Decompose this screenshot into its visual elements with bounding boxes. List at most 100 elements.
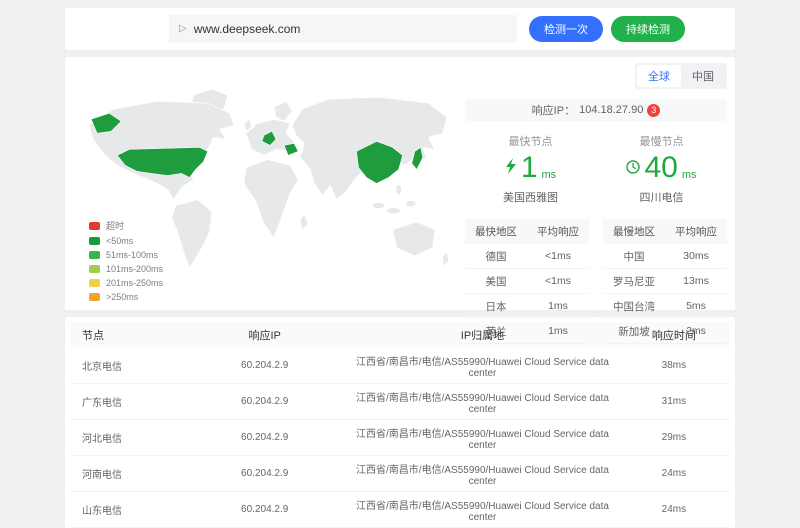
table-cell: 38ms (618, 348, 730, 384)
ip-col-header: 响应IP (182, 322, 347, 348)
table-cell: 河南电信 (70, 456, 182, 492)
map-region-africa (244, 159, 298, 237)
table-row: 日本1ms (465, 294, 589, 319)
url-input[interactable] (194, 22, 507, 36)
table-cell: <1ms (527, 244, 589, 269)
legend-label: <50ms (106, 236, 133, 246)
legend-item: 201ms-250ms (89, 278, 163, 288)
legend-swatch (89, 222, 100, 230)
clock-icon (626, 160, 640, 183)
node-col-header: 节点 (70, 322, 182, 348)
table-cell: 24ms (618, 492, 730, 528)
map-legend: 超时 <50ms 51ms-100ms 101ms-200ms 201ms-250ms >… (89, 219, 163, 306)
response-ip-bar: 响应IP： 104.18.27.90 3 (465, 99, 727, 121)
table-cell: 2ms (665, 319, 727, 344)
continuous-detect-button[interactable]: 持续检测 (611, 16, 685, 42)
map-region-indonesia (373, 203, 385, 209)
slowest-region-table: 最慢地区 平均响应 中国30ms罗马尼亚13ms中国台湾5ms新加坡2ms (603, 219, 727, 344)
map-region-new-zealand (443, 252, 449, 266)
table-row: 荷兰1ms (465, 319, 589, 344)
node-table: 节点 响应IP IP归属地 响应时间 北京电信60.204.2.9江西省/南昌市… (70, 322, 730, 528)
legend-item: 51ms-100ms (89, 250, 163, 260)
detect-once-button[interactable]: 检测一次 (529, 16, 603, 42)
table-cell: 日本 (465, 294, 527, 319)
table-cell: 60.204.2.9 (182, 492, 347, 528)
table-cell: 13ms (665, 269, 727, 294)
table-cell: 60.204.2.9 (182, 384, 347, 420)
slowest-node-stat: 最慢节点 40 ms 四川电信 (596, 133, 727, 205)
overview-card: 超时 <50ms 51ms-100ms 101ms-200ms 201ms-250ms >… (65, 57, 735, 310)
search-bar: ▷ 检测一次 持续检测 (65, 8, 735, 50)
map-region-australia (393, 222, 435, 256)
fastest-node-name: 美国西雅图 (465, 189, 596, 205)
table-row: 中国30ms (603, 244, 727, 269)
stats-row: 最快节点 1 ms 美国西雅图 最慢节点 (465, 133, 727, 205)
table-cell: 中国台湾 (603, 294, 665, 319)
fastest-node-title: 最快节点 (465, 133, 596, 149)
table-cell: 江西省/南昌市/电信/AS55990/Huawei Cloud Service … (347, 420, 618, 456)
table-cell: 江西省/南昌市/电信/AS55990/Huawei Cloud Service … (347, 456, 618, 492)
fastest-node-value: 1 (521, 153, 538, 183)
legend-item: 101ms-200ms (89, 264, 163, 274)
legend-item: 超时 (89, 219, 163, 232)
result-panel: 全球 中国 响应IP： 104.18.27.90 3 最快节点 1 (465, 63, 727, 344)
table-cell: 河北电信 (70, 420, 182, 456)
response-ip-value: 104.18.27.90 (579, 104, 643, 116)
fastest-node-unit: ms (542, 169, 557, 183)
fastest-region-table: 最快地区 平均响应 德国<1ms美国<1ms日本1ms荷兰1ms (465, 219, 589, 344)
legend-label: 101ms-200ms (106, 264, 163, 274)
tab-china[interactable]: 中国 (681, 65, 725, 87)
table-cell: 荷兰 (465, 319, 527, 344)
ip-count-badge[interactable]: 3 (647, 104, 660, 117)
map-region-south-america (172, 200, 212, 268)
legend-label: 51ms-100ms (106, 250, 158, 260)
slowest-region-header: 最慢地区 (603, 219, 665, 244)
node-table-card: 节点 响应IP IP归属地 响应时间 北京电信60.204.2.9江西省/南昌市… (65, 317, 735, 528)
table-cell: 24ms (618, 456, 730, 492)
slowest-node-unit: ms (682, 169, 697, 183)
table-cell: 1ms (527, 294, 589, 319)
map-region-madagascar (300, 214, 308, 230)
table-cell: 5ms (665, 294, 727, 319)
map-region-scandinavia (274, 101, 292, 121)
response-ip-label: 响应IP： (532, 102, 575, 118)
tab-global[interactable]: 全球 (637, 65, 681, 87)
table-cell: 江西省/南昌市/电信/AS55990/Huawei Cloud Service … (347, 492, 618, 528)
table-cell: 新加坡 (603, 319, 665, 344)
slowest-node-title: 最慢节点 (596, 133, 727, 149)
legend-swatch (89, 293, 100, 301)
table-cell: 北京电信 (70, 348, 182, 384)
lightning-icon (505, 158, 517, 183)
table-row: 美国<1ms (465, 269, 589, 294)
region-tables: 最快地区 平均响应 德国<1ms美国<1ms日本1ms荷兰1ms 最慢地区 平均… (465, 219, 727, 344)
map-region-philippines (396, 185, 402, 195)
fastest-avg-header: 平均响应 (527, 219, 589, 244)
legend-swatch (89, 237, 100, 245)
table-cell: 德国 (465, 244, 527, 269)
play-icon: ▷ (179, 24, 187, 34)
table-cell: 广东电信 (70, 384, 182, 420)
scope-tab-group: 全球 中国 (635, 63, 727, 89)
slowest-avg-header: 平均响应 (665, 219, 727, 244)
table-cell: 30ms (665, 244, 727, 269)
table-cell: 美国 (465, 269, 527, 294)
fastest-node-stat: 最快节点 1 ms 美国西雅图 (465, 133, 596, 205)
table-cell: 60.204.2.9 (182, 456, 347, 492)
table-row: 北京电信60.204.2.9江西省/南昌市/电信/AS55990/Huawei … (70, 348, 730, 384)
table-cell: 60.204.2.9 (182, 348, 347, 384)
legend-label: 201ms-250ms (106, 278, 163, 288)
table-row: 德国<1ms (465, 244, 589, 269)
legend-label: >250ms (106, 292, 138, 302)
fastest-region-header: 最快地区 (465, 219, 527, 244)
slowest-node-value: 40 (644, 153, 677, 183)
table-cell: 29ms (618, 420, 730, 456)
legend-swatch (89, 265, 100, 273)
table-cell: 31ms (618, 384, 730, 420)
table-row: 广东电信60.204.2.9江西省/南昌市/电信/AS55990/Huawei … (70, 384, 730, 420)
table-cell: 江西省/南昌市/电信/AS55990/Huawei Cloud Service … (347, 384, 618, 420)
url-input-wrap[interactable]: ▷ (169, 15, 517, 43)
table-cell: 江西省/南昌市/电信/AS55990/Huawei Cloud Service … (347, 348, 618, 384)
map-region-usa-highlight (117, 147, 207, 177)
legend-item: >250ms (89, 292, 163, 302)
map-region-romania-highlight (284, 143, 298, 155)
